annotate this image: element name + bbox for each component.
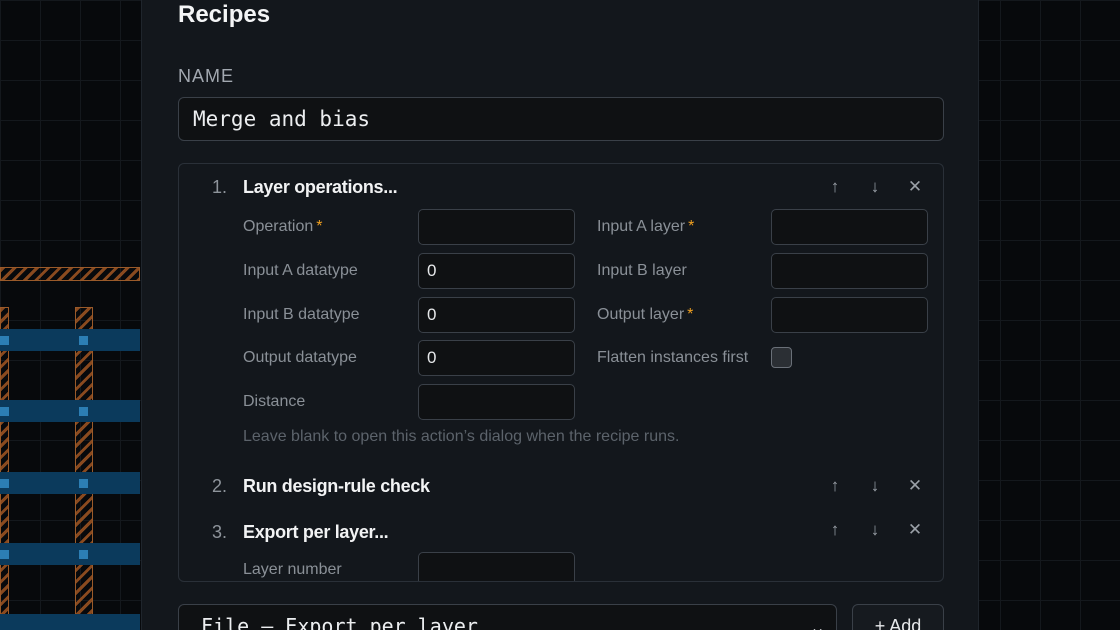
hatched-wire-vertical-right xyxy=(75,307,93,630)
metal-strip xyxy=(0,614,140,630)
via xyxy=(0,550,9,559)
step-title-layer-operations: Layer operations... xyxy=(243,177,398,197)
input-a-datatype-label: Input A datatype xyxy=(243,262,358,279)
via xyxy=(79,336,88,345)
flatten-instances-checkbox[interactable] xyxy=(771,347,792,368)
move-down-icon[interactable]: ↓ xyxy=(863,175,887,199)
recipe-name-input[interactable]: Merge and bias xyxy=(178,97,944,141)
step-number: 1. xyxy=(212,177,228,197)
action-select[interactable]: File — Export per layer ⌄ xyxy=(178,604,837,630)
output-layer-label: Output layer * xyxy=(597,306,694,323)
layer-number-input[interactable] xyxy=(418,552,575,581)
layer-number-label: Layer number xyxy=(243,561,342,578)
metal-strip xyxy=(0,472,140,494)
remove-step-icon[interactable]: ✕ xyxy=(903,474,927,498)
operation-input[interactable] xyxy=(418,209,575,245)
metal-strip xyxy=(0,400,140,422)
hatched-wire-vertical-left xyxy=(0,307,9,630)
metal-strip xyxy=(0,543,140,565)
input-b-layer-label: Input B layer xyxy=(597,262,687,279)
add-step-button[interactable]: + Add xyxy=(852,604,944,630)
via xyxy=(79,407,88,416)
recipes-dialog: Recipes NAME Merge and bias 1. Layer ope… xyxy=(141,0,979,630)
input-a-layer-input[interactable] xyxy=(771,209,928,245)
flatten-instances-label: Flatten instances first xyxy=(597,349,749,366)
distance-input[interactable] xyxy=(418,384,575,420)
step-number: 2. xyxy=(212,476,228,496)
recipe-steps-list[interactable]: 1. Layer operations... ↑ ↓ ✕ Operation * … xyxy=(178,163,944,582)
chevron-down-icon: ⌄ xyxy=(809,615,826,630)
move-up-icon[interactable]: ↑ xyxy=(823,474,847,498)
input-b-datatype-label: Input B datatype xyxy=(243,306,360,323)
hatched-wire-horizontal xyxy=(0,267,140,281)
operation-label: Operation * xyxy=(243,218,323,235)
action-select-value: File — Export per layer xyxy=(201,614,478,630)
input-a-layer-label: Input A layer * xyxy=(597,218,695,235)
remove-step-icon[interactable]: ✕ xyxy=(903,175,927,199)
output-datatype-input[interactable]: 0 xyxy=(418,340,575,376)
input-a-datatype-input[interactable]: 0 xyxy=(418,253,575,289)
input-b-datatype-input[interactable]: 0 xyxy=(418,297,575,333)
move-up-icon[interactable]: ↑ xyxy=(823,518,847,542)
via xyxy=(0,479,9,488)
move-down-icon[interactable]: ↓ xyxy=(863,474,887,498)
move-down-icon[interactable]: ↓ xyxy=(863,518,887,542)
step-title-export-per-layer: Export per layer... xyxy=(243,522,389,542)
distance-label: Distance xyxy=(243,393,306,410)
metal-strip xyxy=(0,329,140,351)
step-hint: Leave blank to open this action’s dialog… xyxy=(243,428,680,445)
move-up-icon[interactable]: ↑ xyxy=(823,175,847,199)
name-label: NAME xyxy=(178,66,235,86)
output-layer-input[interactable] xyxy=(771,297,928,333)
via xyxy=(79,550,88,559)
via xyxy=(0,407,9,416)
step-title-run-drc: Run design-rule check xyxy=(243,476,430,496)
step-number: 3. xyxy=(212,522,228,542)
input-b-layer-input[interactable] xyxy=(771,253,928,289)
output-datatype-label: Output datatype xyxy=(243,349,357,366)
via xyxy=(79,479,88,488)
via xyxy=(0,336,9,345)
dialog-title: Recipes xyxy=(178,1,271,28)
remove-step-icon[interactable]: ✕ xyxy=(903,518,927,542)
